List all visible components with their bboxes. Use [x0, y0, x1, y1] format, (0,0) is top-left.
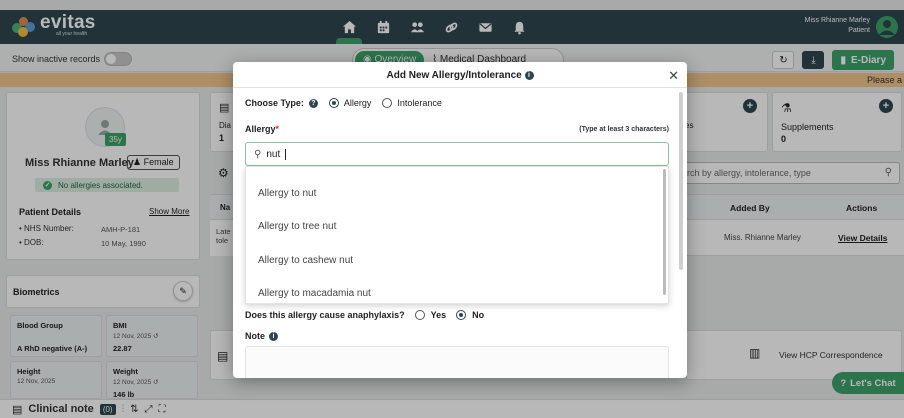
allergy-suggestions-dropdown: Allergy to nut Allergy to tree nut Aller…	[245, 166, 669, 304]
min-chars-hint: (Type at least 3 characters)	[579, 126, 669, 133]
modal-divider	[233, 87, 687, 88]
allergy-search-field[interactable]: ⚲ nut	[245, 142, 669, 166]
suggestion-item[interactable]: Allergy to tree nut	[258, 221, 336, 232]
modal-title: Add New Allergy/Intolerance i	[233, 70, 687, 81]
note-textarea[interactable]	[245, 346, 669, 378]
allergy-search-value[interactable]: nut	[266, 149, 280, 160]
note-label: Note	[245, 331, 265, 341]
note-label-row: Note i	[245, 331, 278, 341]
radio-allergy-label[interactable]: Allergy	[344, 98, 372, 108]
radio-allergy[interactable]	[328, 98, 339, 108]
modal-title-text: Add New Allergy/Intolerance	[386, 70, 522, 81]
radio-intolerance-label[interactable]: Intolerance	[397, 98, 442, 108]
text-cursor	[285, 148, 287, 160]
anaphylaxis-question: Does this allergy cause anaphylaxis?	[245, 310, 405, 320]
search-icon: ⚲	[254, 148, 262, 160]
radio-no[interactable]	[456, 310, 467, 320]
radio-no-label[interactable]: No	[472, 310, 484, 320]
add-allergy-modal: Add New Allergy/Intolerance i ✕ Choose T…	[233, 62, 687, 378]
radio-intolerance[interactable]	[382, 98, 393, 108]
suggestion-item[interactable]: Allergy to nut	[258, 188, 316, 199]
radio-yes[interactable]	[414, 310, 425, 320]
info-icon[interactable]: i	[269, 331, 278, 341]
choose-type-label: Choose Type:	[245, 98, 304, 108]
info-icon[interactable]: i	[524, 70, 534, 80]
allergy-label: Allergy*	[245, 124, 279, 134]
info-icon[interactable]: ?	[308, 98, 318, 108]
choose-type-row: Choose Type: ? Allergy Intolerance	[245, 98, 442, 108]
dropdown-scrollbar[interactable]	[663, 169, 666, 295]
modal-scrollbar[interactable]	[679, 92, 683, 270]
anaphylaxis-row: Does this allergy cause anaphylaxis? Yes…	[245, 310, 484, 320]
required-mark: *	[275, 124, 280, 134]
suggestion-item[interactable]: Allergy to cashew nut	[258, 255, 353, 266]
allergy-label-text: Allergy	[245, 124, 276, 134]
suggestion-item[interactable]: Allergy to macadamia nut	[258, 288, 371, 299]
radio-yes-label[interactable]: Yes	[431, 310, 447, 320]
close-icon[interactable]: ✕	[668, 68, 679, 84]
